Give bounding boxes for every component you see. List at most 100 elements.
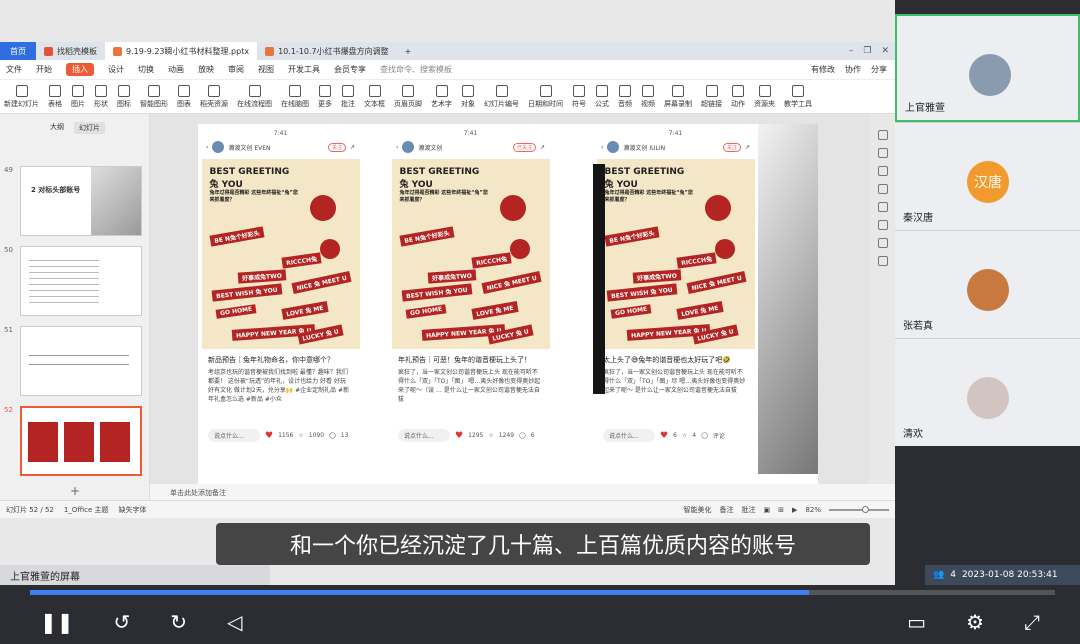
poster-image[interactable]: BEST GREETING 兔 YOU 兔年过得是否精彩 这些年终福祉“兔”您来…: [391, 159, 550, 349]
menu-animation[interactable]: 动画: [168, 64, 184, 75]
menu-member[interactable]: 会员专享: [334, 64, 366, 75]
settings-icon[interactable]: ⚙: [966, 610, 984, 634]
star-icon[interactable]: ☆: [682, 432, 687, 439]
menu-slideshow[interactable]: 放映: [198, 64, 214, 75]
participant-tile[interactable]: 清欢: [895, 338, 1080, 446]
account-name[interactable]: 濑渡文创 IULIN: [623, 143, 665, 152]
zoom-level[interactable]: 82%: [805, 506, 821, 514]
slide-thumb-row[interactable]: 50: [4, 246, 142, 316]
ribbon-button[interactable]: 动作: [731, 85, 745, 109]
menu-home[interactable]: 开始: [36, 64, 52, 75]
missing-font[interactable]: 缺失字体: [118, 505, 146, 515]
slide-thumbnail[interactable]: [20, 326, 142, 396]
comment-input[interactable]: 说点什么...: [208, 429, 260, 442]
avatar[interactable]: [402, 141, 415, 153]
restore-icon[interactable]: ❐: [863, 46, 871, 56]
zoom-slider[interactable]: [829, 505, 889, 513]
slide-thumbnail[interactable]: 2 对标头部账号: [20, 166, 142, 236]
tool-icon[interactable]: [877, 148, 888, 158]
tool-icon[interactable]: [877, 166, 888, 176]
back-icon[interactable]: ‹: [206, 144, 208, 151]
menu-file[interactable]: 文件: [6, 64, 22, 75]
share-icon[interactable]: ↗: [745, 144, 750, 151]
heart-icon[interactable]: ♥: [265, 431, 273, 441]
ribbon-button[interactable]: 视频: [641, 85, 655, 109]
tab-slides[interactable]: 幻灯片: [74, 122, 105, 134]
account-name[interactable]: 濑渡文创: [418, 143, 442, 152]
avatar[interactable]: [607, 141, 620, 153]
menu-transition[interactable]: 切换: [138, 64, 154, 75]
participant-tile[interactable]: 张若真: [895, 230, 1080, 338]
participant-tile[interactable]: 汉唐 秦汉唐: [895, 122, 1080, 230]
tool-icon[interactable]: [877, 202, 888, 212]
follow-button[interactable]: 关注: [327, 142, 346, 152]
ribbon-button[interactable]: 文本框: [364, 85, 385, 109]
menu-insert[interactable]: 插入: [66, 63, 94, 76]
tab-template[interactable]: 找稻壳模板: [36, 42, 105, 60]
ribbon-button[interactable]: 音频: [618, 85, 632, 109]
play-icon[interactable]: ▶: [792, 506, 797, 514]
tab-home[interactable]: 首页: [0, 42, 36, 60]
ribbon-button[interactable]: 对象: [461, 85, 475, 109]
normal-view-icon[interactable]: ▣: [764, 506, 771, 514]
new-tab-button[interactable]: +: [397, 42, 420, 60]
collab-button[interactable]: 协作: [845, 64, 861, 75]
follow-button[interactable]: 已关注: [512, 142, 536, 152]
ribbon-button[interactable]: 更多: [318, 85, 332, 109]
menu-design[interactable]: 设计: [108, 64, 124, 75]
rewind-icon[interactable]: ↺: [114, 610, 131, 634]
account-name[interactable]: 濑渡文创 EVEN: [228, 143, 270, 152]
ribbon-button[interactable]: 日期和时间: [528, 85, 563, 109]
ribbon-button[interactable]: 在线脑图: [281, 85, 309, 109]
poster-image[interactable]: BEST GREETING 兔 YOU 兔年过得是否精彩 这些年终福祉“兔”您来…: [201, 159, 360, 349]
tab-outline[interactable]: 大纲: [50, 122, 64, 134]
ribbon-button[interactable]: 新建幻灯片: [4, 85, 39, 109]
volume-icon[interactable]: ◁: [227, 610, 242, 634]
command-search[interactable]: 查找命令、搜索模板: [380, 64, 452, 75]
current-slide[interactable]: 7:41 ‹ 濑渡文创 EVEN 关注 ↗ BEST GREETING 兔 YO…: [198, 124, 818, 484]
subtitle-icon[interactable]: ▭: [907, 610, 926, 634]
ribbon-button[interactable]: 公式: [595, 85, 609, 109]
heart-icon[interactable]: ♥: [660, 431, 668, 441]
ribbon-button[interactable]: 屏幕录制: [664, 85, 692, 109]
comment-input[interactable]: 说点什么...: [603, 429, 655, 442]
ribbon-button[interactable]: 资源夹: [754, 85, 775, 109]
tool-icon[interactable]: [877, 220, 888, 230]
slide-thumbnail-selected[interactable]: [20, 406, 142, 476]
ribbon-button[interactable]: 批注: [341, 85, 355, 109]
notes-toggle[interactable]: 备注: [720, 505, 734, 515]
ribbon-button[interactable]: 图标: [117, 85, 131, 109]
menu-developer[interactable]: 开发工具: [288, 64, 320, 75]
comment-toggle[interactable]: 批注: [742, 505, 756, 515]
fullscreen-icon[interactable]: ⤢: [1024, 610, 1040, 634]
video-progress[interactable]: [30, 590, 1055, 595]
minimize-icon[interactable]: –: [849, 46, 854, 56]
ribbon-button[interactable]: 智能图形: [140, 85, 168, 109]
comment-icon[interactable]: ◯: [701, 432, 708, 439]
ribbon-button[interactable]: 教学工具: [784, 85, 812, 109]
ribbon-button[interactable]: 表格: [48, 85, 62, 109]
slide-thumb-row[interactable]: 49 2 对标头部账号: [4, 166, 142, 236]
comment-icon[interactable]: ◯: [519, 432, 526, 439]
add-slide-icon[interactable]: +: [70, 484, 80, 498]
comment-input[interactable]: 说点什么...: [398, 429, 450, 442]
ribbon-button[interactable]: 稻壳资源: [200, 85, 228, 109]
slide-thumb-row[interactable]: 51: [4, 326, 142, 396]
poster-image[interactable]: BEST GREETING 兔 YOU 兔年过得是否精彩 这些年终福祉“兔”您来…: [596, 159, 755, 349]
tool-icon[interactable]: [877, 256, 888, 266]
tab-pptx-2[interactable]: 10.1-10.7小红书爆盘方向调整: [257, 42, 397, 60]
forward-icon[interactable]: ↻: [170, 610, 187, 634]
zoom-knob[interactable]: [862, 505, 869, 513]
modified-label[interactable]: 有修改: [811, 64, 835, 75]
heart-icon[interactable]: ♥: [455, 431, 463, 441]
tool-icon[interactable]: [877, 130, 888, 140]
participant-tile[interactable]: 上官雅萱: [895, 14, 1080, 122]
slide-thumb-row[interactable]: 52: [4, 406, 142, 476]
follow-button[interactable]: 关注: [722, 142, 741, 152]
ribbon-button[interactable]: 幻灯片编号: [484, 85, 519, 109]
star-icon[interactable]: ☆: [298, 432, 303, 439]
comment-icon[interactable]: ◯: [329, 432, 336, 439]
menu-review[interactable]: 审阅: [228, 64, 244, 75]
slide-thumbnail[interactable]: [20, 246, 142, 316]
smart-beautify[interactable]: 智能美化: [684, 505, 712, 515]
